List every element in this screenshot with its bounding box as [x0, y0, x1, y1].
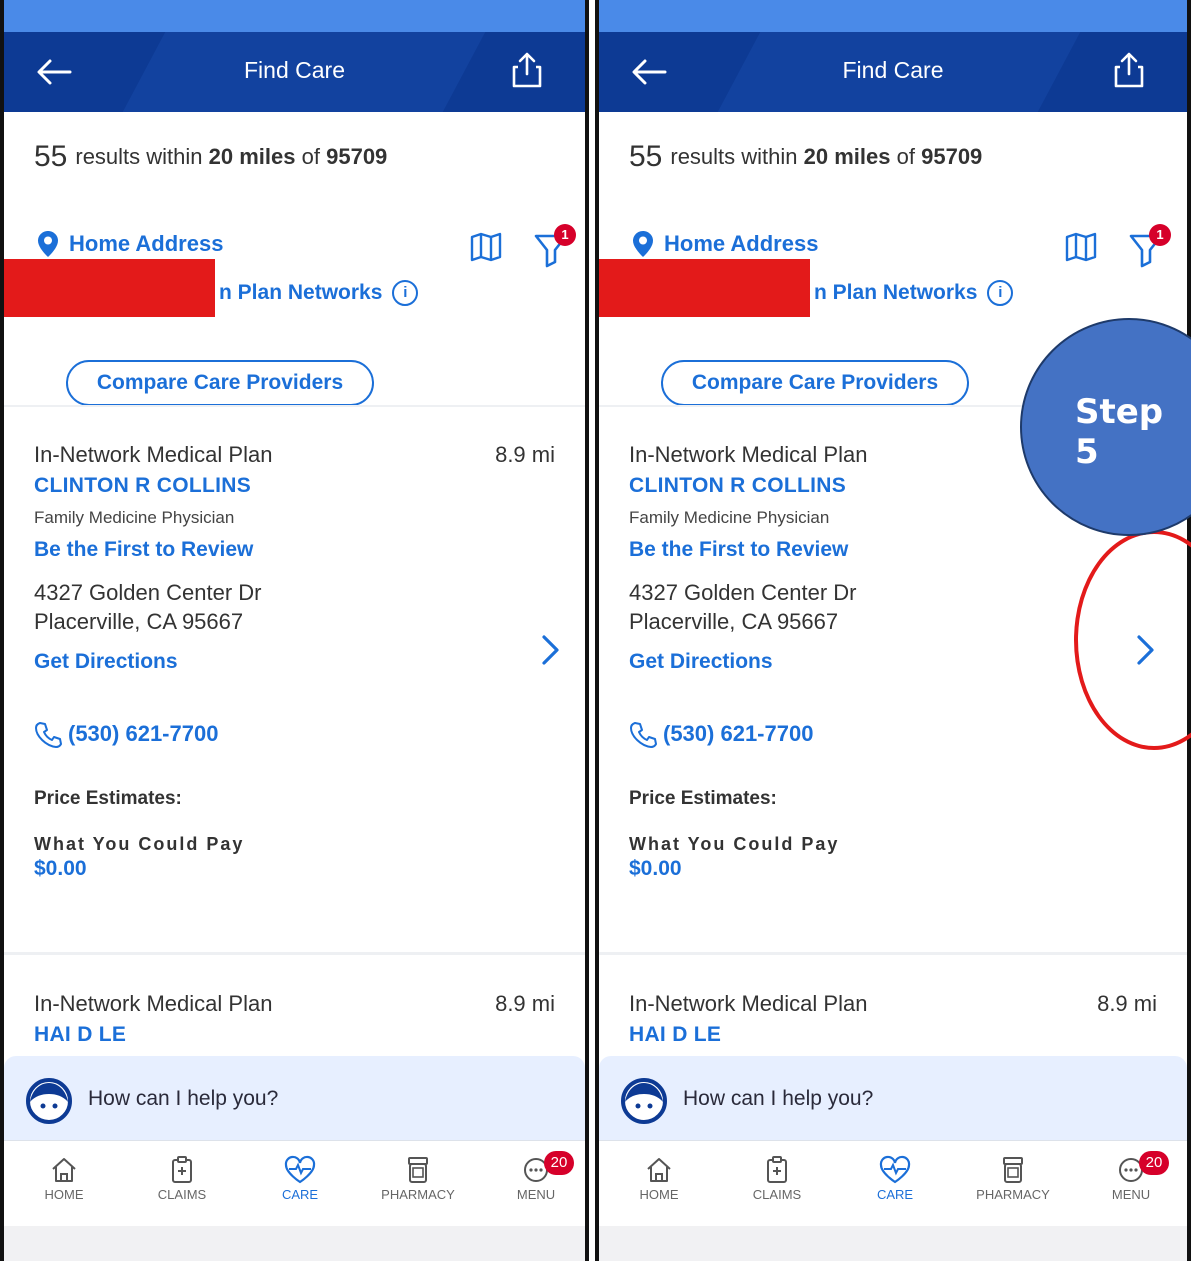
home-address-link[interactable]: Home Address — [37, 230, 223, 258]
home-icon — [52, 1158, 76, 1182]
distance: 8.9 mi — [1097, 991, 1157, 1016]
home-icon — [647, 1158, 671, 1182]
page-title: Find Care — [842, 57, 944, 83]
price-label: What You Could Pay — [629, 834, 840, 854]
share-icon[interactable] — [509, 50, 545, 90]
compare-providers-button[interactable]: Compare Care Providers — [66, 360, 374, 406]
plan-networks-link[interactable]: n Plan Networks i — [219, 280, 419, 306]
bottom-tab-bar: HOME CLAIMS CARE PHARMACY MENU 20 — [599, 1140, 1187, 1226]
clipboard-icon — [767, 1156, 787, 1183]
price-estimates-heading: Price Estimates: — [629, 788, 777, 809]
tab-pharmacy[interactable]: PHARMACY — [368, 1155, 468, 1202]
plan-networks-link[interactable]: n Plan Networks i — [814, 280, 1014, 306]
map-icon[interactable] — [1064, 232, 1098, 262]
divider — [599, 952, 1187, 955]
phone-icon — [630, 722, 657, 748]
divider — [4, 952, 585, 955]
phone-link[interactable]: (530) 621-7700 — [629, 720, 1163, 748]
compare-providers-button[interactable]: Compare Care Providers — [661, 360, 969, 406]
app-header: Find Care — [4, 32, 585, 112]
system-nav-bar — [4, 1226, 585, 1261]
chevron-right-icon[interactable] — [536, 632, 564, 668]
divider — [4, 405, 585, 407]
provider-name[interactable]: HAI D LE — [629, 1023, 1163, 1047]
menu-badge: 20 — [1139, 1151, 1169, 1175]
distance: 8.9 mi — [495, 991, 555, 1016]
bottom-tab-bar: HOME CLAIMS CARE PHARMACY MENU 20 — [4, 1140, 585, 1226]
phone-icon — [35, 722, 62, 748]
distance: 8.9 mi — [495, 442, 555, 467]
location-pin-icon — [38, 231, 58, 257]
provider-specialty: Family Medicine Physician — [34, 508, 235, 527]
system-nav-bar — [599, 1226, 1187, 1261]
tab-home[interactable]: HOME — [14, 1155, 114, 1202]
home-address-link[interactable]: Home Address — [632, 230, 818, 258]
tab-claims[interactable]: CLAIMS — [132, 1155, 232, 1202]
info-icon[interactable]: i — [987, 280, 1014, 306]
info-icon[interactable]: i — [392, 280, 419, 306]
menu-badge: 20 — [544, 1151, 574, 1175]
plan-type: In-Network Medical Plan — [34, 991, 273, 1016]
get-directions-link[interactable]: Get Directions — [34, 650, 561, 674]
redaction-box — [599, 259, 810, 317]
provider-address: 4327 Golden Center Dr Placerville, CA 95… — [34, 580, 262, 634]
phone-screen-left: Find Care 55 results within 20 miles of 9… — [0, 0, 589, 1261]
pill-bottle-icon — [408, 1157, 428, 1183]
provider-name[interactable]: HAI D LE — [34, 1023, 561, 1047]
assistant-avatar-icon — [26, 1078, 72, 1124]
tab-care[interactable]: CARE — [250, 1155, 350, 1202]
price-value: $0.00 — [34, 857, 87, 880]
tab-menu[interactable]: MENU 20 — [486, 1151, 585, 1202]
review-link[interactable]: Be the First to Review — [629, 538, 1163, 562]
tab-care[interactable]: CARE — [845, 1155, 945, 1202]
pill-bottle-icon — [1003, 1157, 1023, 1183]
tab-home[interactable]: HOME — [609, 1155, 709, 1202]
filter-badge: 1 — [554, 224, 576, 246]
clipboard-icon — [172, 1156, 192, 1183]
assistant-prompt: How can I help you? — [683, 1087, 874, 1110]
share-icon[interactable] — [1111, 50, 1147, 90]
assistant-bar[interactable]: How can I help you? — [599, 1056, 1187, 1140]
price-value: $0.00 — [629, 857, 682, 880]
step-label: Step 5 — [1075, 392, 1164, 472]
provider-name[interactable]: CLINTON R COLLINS — [34, 474, 561, 498]
assistant-prompt: How can I help you? — [88, 1087, 279, 1110]
location-pin-icon — [633, 231, 653, 257]
redaction-box — [4, 259, 215, 317]
provider-card[interactable]: In-Network Medical Plan 8.9 mi HAI D LE — [34, 991, 561, 1047]
app-header: Find Care — [599, 32, 1187, 112]
status-bar — [4, 0, 585, 32]
heart-pulse-icon — [879, 1155, 911, 1184]
filter-badge: 1 — [1149, 224, 1171, 246]
tab-claims[interactable]: CLAIMS — [727, 1155, 827, 1202]
page-title: Find Care — [244, 57, 345, 83]
phone-link[interactable]: (530) 621-7700 — [34, 720, 561, 748]
assistant-bar[interactable]: How can I help you? — [4, 1056, 585, 1140]
plan-type: In-Network Medical Plan — [629, 991, 868, 1016]
results-count: 55 — [629, 140, 663, 173]
price-label: What You Could Pay — [34, 834, 245, 854]
results-summary: 55 results within 20 miles of 95709 — [34, 140, 388, 173]
results-count: 55 — [34, 140, 68, 173]
heart-pulse-icon — [284, 1155, 316, 1184]
plan-type: In-Network Medical Plan — [34, 442, 273, 467]
tab-menu[interactable]: MENU 20 — [1081, 1151, 1181, 1202]
price-estimates-heading: Price Estimates: — [34, 788, 182, 809]
provider-card[interactable]: In-Network Medical Plan 8.9 mi HAI D LE — [629, 991, 1163, 1047]
map-icon[interactable] — [469, 232, 503, 262]
assistant-avatar-icon — [621, 1078, 667, 1124]
review-link[interactable]: Be the First to Review — [34, 538, 561, 562]
results-summary: 55 results within 20 miles of 95709 — [629, 140, 983, 173]
tab-pharmacy[interactable]: PHARMACY — [963, 1155, 1063, 1202]
status-bar — [599, 0, 1187, 32]
provider-card[interactable]: In-Network Medical Plan 8.9 mi CLINTON R… — [34, 442, 561, 881]
